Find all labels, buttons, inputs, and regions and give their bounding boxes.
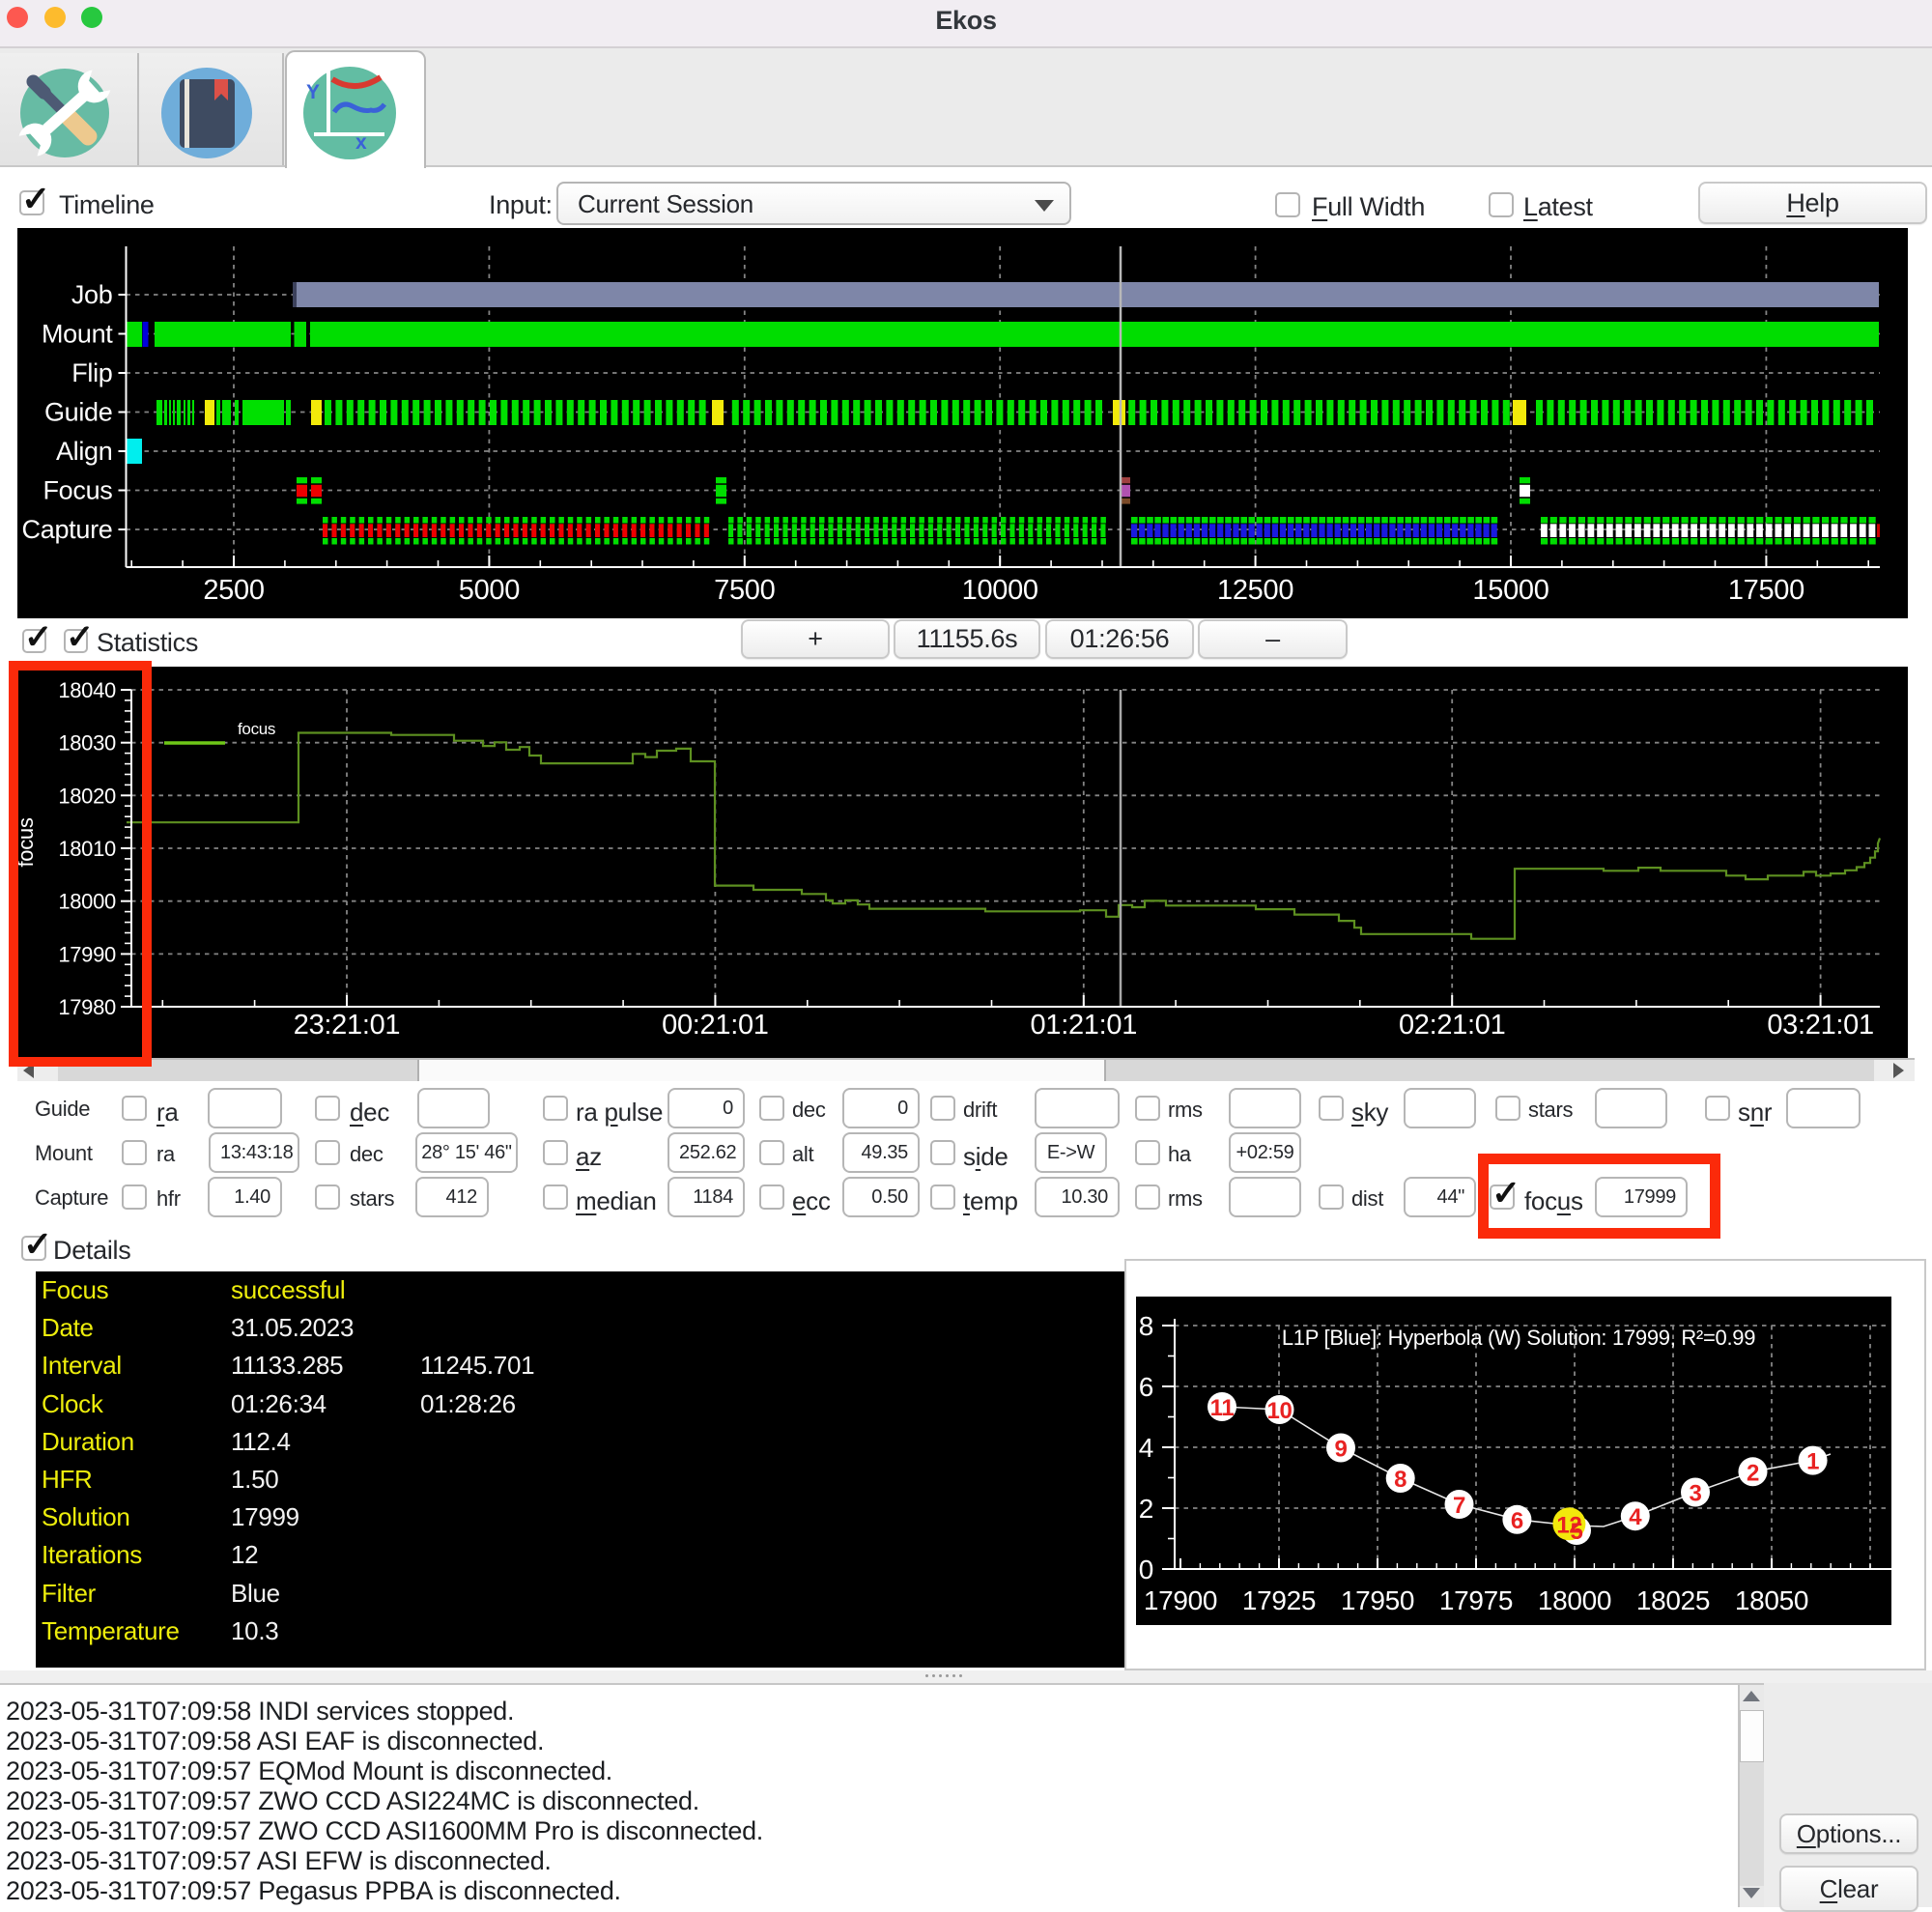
svg-text:Y: Y	[306, 81, 320, 103]
svg-text:03:21:01: 03:21:01	[1767, 1010, 1874, 1041]
svg-text:17925: 17925	[1242, 1585, 1316, 1615]
svg-text:6: 6	[1511, 1508, 1523, 1534]
svg-text:4: 4	[1139, 1433, 1153, 1463]
svg-text:Capture: Capture	[22, 515, 113, 544]
svg-text:8: 8	[1139, 1311, 1153, 1341]
svg-text:00:21:01: 00:21:01	[662, 1010, 769, 1041]
svg-text:17975: 17975	[1439, 1585, 1513, 1615]
svg-text:02:21:01: 02:21:01	[1399, 1010, 1506, 1041]
svg-text:6: 6	[1139, 1372, 1153, 1402]
svg-text:01:21:01: 01:21:01	[1031, 1010, 1138, 1041]
svg-text:2: 2	[1139, 1494, 1153, 1524]
svg-text:Guide: Guide	[44, 398, 113, 427]
svg-text:12500: 12500	[1217, 575, 1293, 606]
svg-text:5000: 5000	[459, 575, 520, 606]
svg-text:12: 12	[1556, 1512, 1581, 1538]
svg-text:focus: focus	[238, 720, 275, 738]
svg-text:Flip: Flip	[71, 358, 112, 387]
svg-text:10: 10	[1266, 1398, 1292, 1424]
svg-text:9: 9	[1334, 1437, 1347, 1463]
svg-text:23:21:01: 23:21:01	[294, 1010, 401, 1041]
svg-text:4: 4	[1629, 1504, 1642, 1530]
svg-text:3: 3	[1689, 1481, 1701, 1507]
svg-text:1: 1	[1806, 1449, 1819, 1475]
svg-text:Job: Job	[71, 280, 113, 309]
svg-text:10000: 10000	[962, 575, 1038, 606]
svg-text:17950: 17950	[1341, 1585, 1414, 1615]
svg-text:L1P [Blue]: Hyperbola (W) Solu: L1P [Blue]: Hyperbola (W) Solution: 1799…	[1282, 1326, 1755, 1350]
svg-text:Focus: Focus	[43, 476, 112, 505]
svg-text:7500: 7500	[714, 575, 775, 606]
svg-text:11: 11	[1210, 1395, 1235, 1421]
svg-text:18025: 18025	[1636, 1585, 1710, 1615]
svg-text:2: 2	[1747, 1460, 1759, 1486]
svg-text:15000: 15000	[1472, 575, 1548, 606]
svg-text:8: 8	[1394, 1467, 1406, 1493]
svg-text:18050: 18050	[1735, 1585, 1808, 1615]
svg-text:2500: 2500	[203, 575, 264, 606]
svg-text:7: 7	[1453, 1493, 1465, 1519]
svg-text:0: 0	[1139, 1555, 1153, 1584]
svg-text:Mount: Mount	[42, 320, 113, 349]
svg-text:17500: 17500	[1728, 575, 1804, 606]
svg-text:x: x	[355, 131, 367, 154]
svg-text:17900: 17900	[1144, 1585, 1217, 1615]
svg-text:18000: 18000	[1538, 1585, 1611, 1615]
svg-text:Align: Align	[56, 437, 113, 466]
